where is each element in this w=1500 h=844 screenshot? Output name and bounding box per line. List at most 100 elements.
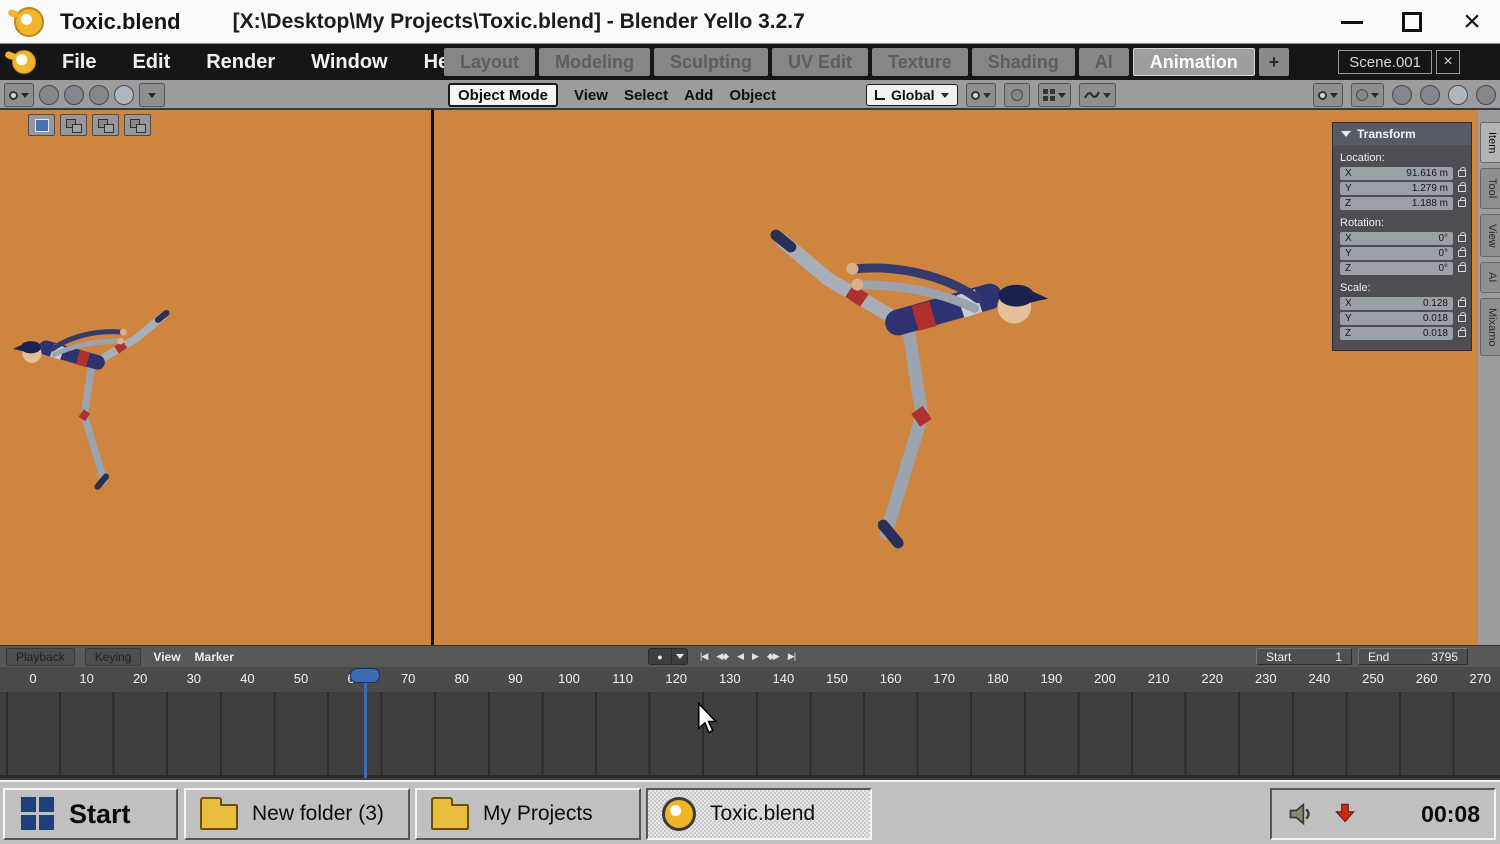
- viewport-corner-icons: [28, 114, 151, 136]
- transform-field-rotationy[interactable]: Y 0°: [1340, 247, 1453, 260]
- playhead-handle[interactable]: [350, 668, 381, 683]
- viewport-menu-select[interactable]: Select: [624, 87, 668, 104]
- editor-type-icon[interactable]: [4, 83, 34, 107]
- viewport-right[interactable]: [434, 110, 1478, 645]
- tab-layout[interactable]: Layout: [444, 48, 536, 76]
- transform-field-locationz[interactable]: Z 1.188 m: [1340, 197, 1453, 210]
- minimize-button[interactable]: [1334, 4, 1370, 40]
- jump-to-end-button[interactable]: ▶|: [788, 651, 796, 662]
- timeline-menu-playback[interactable]: Playback: [6, 647, 75, 666]
- scene-close-button[interactable]: ×: [1436, 50, 1460, 74]
- tab-shading[interactable]: Shading: [971, 48, 1075, 76]
- timeline-menu-view[interactable]: View: [151, 649, 182, 665]
- lock-icon[interactable]: [1458, 167, 1466, 177]
- snap-magnet-icon[interactable]: [965, 83, 996, 107]
- taskbar-button-toxic-blend[interactable]: Toxic.blend: [646, 788, 872, 840]
- transform-field-rotationz[interactable]: Z 0°: [1340, 262, 1453, 275]
- menu-render[interactable]: Render: [206, 51, 275, 74]
- mode-dropdown[interactable]: [139, 83, 165, 107]
- falloff-dropdown[interactable]: [1078, 83, 1116, 107]
- play-button[interactable]: ▶: [752, 651, 759, 662]
- timeline-tracks[interactable]: [0, 692, 1500, 778]
- window-layout-icon-1[interactable]: [28, 114, 55, 136]
- transform-panel-header[interactable]: Transform: [1333, 123, 1471, 145]
- sidebar-tab-view[interactable]: View: [1480, 213, 1500, 258]
- mode-circle-icon-2[interactable]: [64, 85, 84, 105]
- tab-texture[interactable]: Texture: [872, 48, 968, 76]
- close-button[interactable]: ×: [1454, 4, 1490, 40]
- viewport-menu-view[interactable]: View: [574, 87, 608, 104]
- axes-icon: [875, 90, 885, 100]
- start-button[interactable]: Start: [3, 788, 178, 840]
- lock-icon[interactable]: [1458, 247, 1466, 257]
- lock-icon[interactable]: [1458, 312, 1466, 322]
- sidebar-tab-item[interactable]: Item: [1480, 122, 1500, 164]
- viewport-menu-add[interactable]: Add: [684, 87, 713, 104]
- transform-field-scalex[interactable]: X 0.128: [1340, 297, 1453, 310]
- volume-icon[interactable]: [1286, 800, 1316, 828]
- mode-circle-icon-3[interactable]: [89, 85, 109, 105]
- lock-icon[interactable]: [1458, 297, 1466, 307]
- lock-icon[interactable]: [1458, 182, 1466, 192]
- shading-wireframe-icon[interactable]: [1392, 85, 1412, 105]
- lock-icon[interactable]: [1458, 262, 1466, 272]
- jump-to-start-button[interactable]: |◀: [700, 651, 708, 662]
- blender-menu-icon[interactable]: [12, 50, 36, 74]
- axis-label: X: [1345, 233, 1352, 244]
- play-reverse-button[interactable]: ◀: [737, 651, 744, 662]
- timeline-menu-keying[interactable]: Keying: [84, 647, 142, 666]
- proportional-editing-icon[interactable]: [1003, 83, 1030, 107]
- tab-sculpting[interactable]: Sculpting: [654, 48, 769, 76]
- menu-window[interactable]: Window: [311, 51, 387, 74]
- next-keyframe-button[interactable]: ◆▶: [767, 651, 780, 662]
- transform-field-scalez[interactable]: Z 0.018: [1340, 327, 1453, 340]
- timeline-menu-marker[interactable]: Marker: [193, 649, 236, 665]
- shading-material-icon[interactable]: [1448, 85, 1468, 105]
- frame-end-field[interactable]: End 3795: [1358, 648, 1468, 665]
- character-model[interactable]: [4, 308, 172, 494]
- object-mode-dropdown[interactable]: Object Mode: [448, 83, 559, 107]
- gizmo-icon[interactable]: [1313, 83, 1343, 107]
- tab-ai[interactable]: AI: [1078, 48, 1129, 76]
- lock-icon[interactable]: [1458, 327, 1466, 337]
- window-layout-icon-2[interactable]: [60, 114, 87, 136]
- auto-keying-dropdown[interactable]: [672, 648, 688, 665]
- viewport-menu-object[interactable]: Object: [729, 87, 776, 104]
- mode-circle-icon-4[interactable]: [114, 85, 134, 105]
- transform-field-locationx[interactable]: X 91.616 m: [1340, 167, 1453, 180]
- maximize-button[interactable]: [1394, 4, 1430, 40]
- add-workspace-button[interactable]: +: [1258, 48, 1290, 76]
- mode-circle-icon-1[interactable]: [39, 85, 59, 105]
- shading-rendered-icon[interactable]: [1476, 85, 1496, 105]
- tab-animation[interactable]: Animation: [1132, 48, 1255, 76]
- viewport-left[interactable]: [0, 110, 431, 645]
- menu-file[interactable]: File: [62, 51, 96, 74]
- overlays-icon[interactable]: [1351, 83, 1384, 107]
- transform-orientation-dropdown[interactable]: Global: [866, 84, 958, 106]
- window-layout-icon-3[interactable]: [92, 114, 119, 136]
- timeline-ruler[interactable]: 0102030405060708090100110120130140150160…: [0, 667, 1500, 692]
- tab-uv-edit[interactable]: UV Edit: [772, 48, 869, 76]
- window-layout-icon-4[interactable]: [124, 114, 151, 136]
- prev-keyframe-button[interactable]: ◀◆: [716, 651, 729, 662]
- shading-solid-icon[interactable]: [1420, 85, 1440, 105]
- scene-name-field[interactable]: Scene.001: [1338, 50, 1432, 74]
- sidebar-tab-mixamo[interactable]: Mixamo: [1480, 297, 1500, 357]
- pivot-point-icon[interactable]: [1037, 83, 1071, 107]
- tab-modeling[interactable]: Modeling: [539, 48, 651, 76]
- transform-field-scaley[interactable]: Y 0.018: [1340, 312, 1453, 325]
- sidebar-tab-ai[interactable]: AI: [1480, 262, 1500, 293]
- frame-start-field[interactable]: Start 1: [1256, 648, 1352, 665]
- lock-icon[interactable]: [1458, 197, 1466, 207]
- lock-icon[interactable]: [1458, 232, 1466, 242]
- character-model[interactable]: [766, 226, 1064, 556]
- auto-keying-button[interactable]: ●: [648, 648, 672, 665]
- menu-edit[interactable]: Edit: [132, 51, 170, 74]
- download-icon[interactable]: [1332, 800, 1358, 828]
- taskbar-button-new-folder-3[interactable]: New folder (3): [184, 788, 410, 840]
- window-controls: ×: [1334, 0, 1490, 44]
- sidebar-tab-tool[interactable]: Tool: [1480, 168, 1500, 209]
- transform-field-rotationx[interactable]: X 0°: [1340, 232, 1453, 245]
- taskbar-button-my-projects[interactable]: My Projects: [415, 788, 641, 840]
- transform-field-locationy[interactable]: Y 1.279 m: [1340, 182, 1453, 195]
